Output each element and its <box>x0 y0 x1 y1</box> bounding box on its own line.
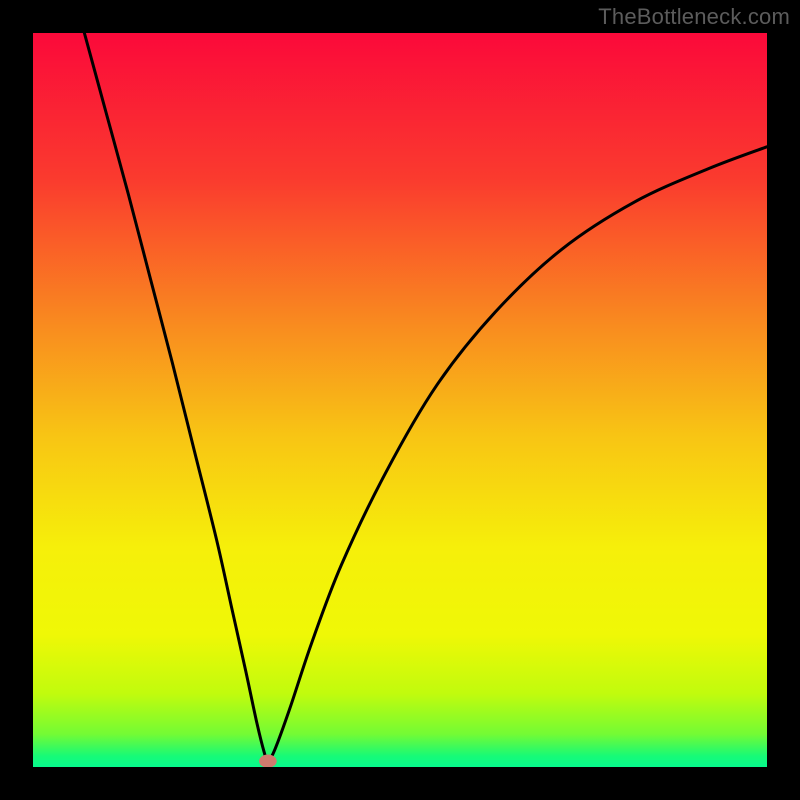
chart-frame: TheBottleneck.com <box>0 0 800 800</box>
bottleneck-chart-svg <box>33 33 767 767</box>
gradient-background <box>33 33 767 767</box>
plot-area <box>33 33 767 767</box>
watermark-text: TheBottleneck.com <box>598 4 790 30</box>
